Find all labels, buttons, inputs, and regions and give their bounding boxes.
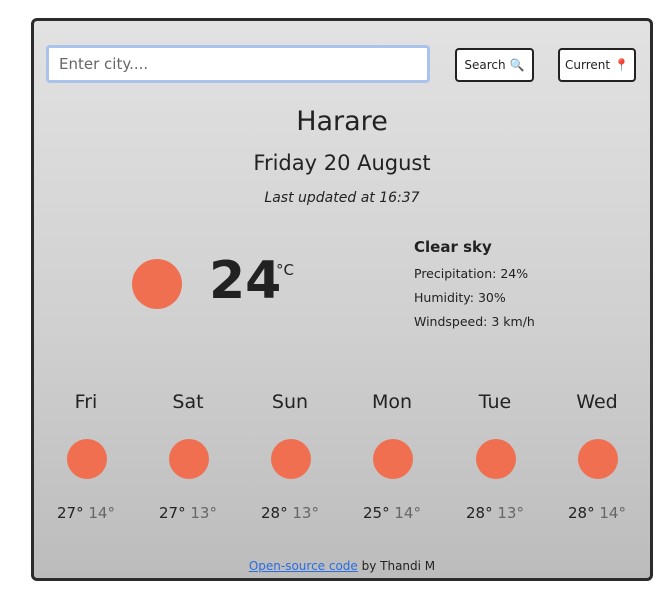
forecast-day-name: Wed [576,391,618,413]
current-location-button[interactable]: Current 📍 [558,48,636,82]
forecast-day-name: Sat [172,391,204,413]
last-updated: Last updated at 16:37 [264,190,420,206]
forecast-temps: 27° 13° [138,504,238,522]
forecast-high: 28° [261,504,288,522]
forecast-low: 14° [88,504,115,522]
forecast-high: 28° [568,504,595,522]
forecast-high: 25° [363,504,390,522]
source-code-link[interactable]: Open-source code [249,559,358,573]
sun-icon [271,439,311,479]
forecast-low: 14° [599,504,626,522]
forecast-low: 13° [497,504,524,522]
sun-icon [67,439,107,479]
forecast-temps: 28° 13° [240,504,340,522]
forecast-high: 27° [57,504,84,522]
forecast-high: 28° [466,504,493,522]
forecast-temps: 28° 13° [445,504,545,522]
forecast-high: 27° [159,504,186,522]
footer-credit: by Thandi M [357,559,436,573]
forecast-temps: 25° 14° [342,504,442,522]
sun-icon [373,439,413,479]
temperature-unit: °C [276,261,294,279]
current-date: Friday 20 August [253,151,431,175]
search-input[interactable] [46,45,430,83]
weather-description: Clear sky [414,238,492,256]
windspeed: Windspeed: 3 km/h [414,314,535,329]
search-button-label: Search [464,58,506,72]
pin-icon: 📍 [614,58,630,72]
sun-icon [476,439,516,479]
current-button-label: Current [564,58,611,72]
magnifier-icon: 🔍 [509,58,525,72]
forecast-temps: 27° 14° [36,504,136,522]
humidity: Humidity: 30% [414,290,506,305]
forecast-low: 13° [190,504,217,522]
forecast-day-name: Sun [271,391,309,413]
current-temperature: 24 [209,251,282,311]
forecast-day-name: Mon [371,391,413,413]
forecast-day-name: Fri [74,391,98,413]
city-name: Harare [296,106,388,137]
sun-icon [578,439,618,479]
precipitation: Precipitation: 24% [414,266,529,281]
forecast-day-name: Tue [478,391,512,413]
forecast-temps: 28° 14° [547,504,647,522]
footer: Open-source code by Thandi M [34,559,650,573]
sun-icon [132,259,182,309]
search-button[interactable]: Search 🔍 [455,48,534,82]
forecast-low: 13° [292,504,319,522]
sun-icon [169,439,209,479]
weather-app: Search 🔍 Current 📍 Harare Friday 20 Augu… [31,18,653,581]
forecast-low: 14° [394,504,421,522]
